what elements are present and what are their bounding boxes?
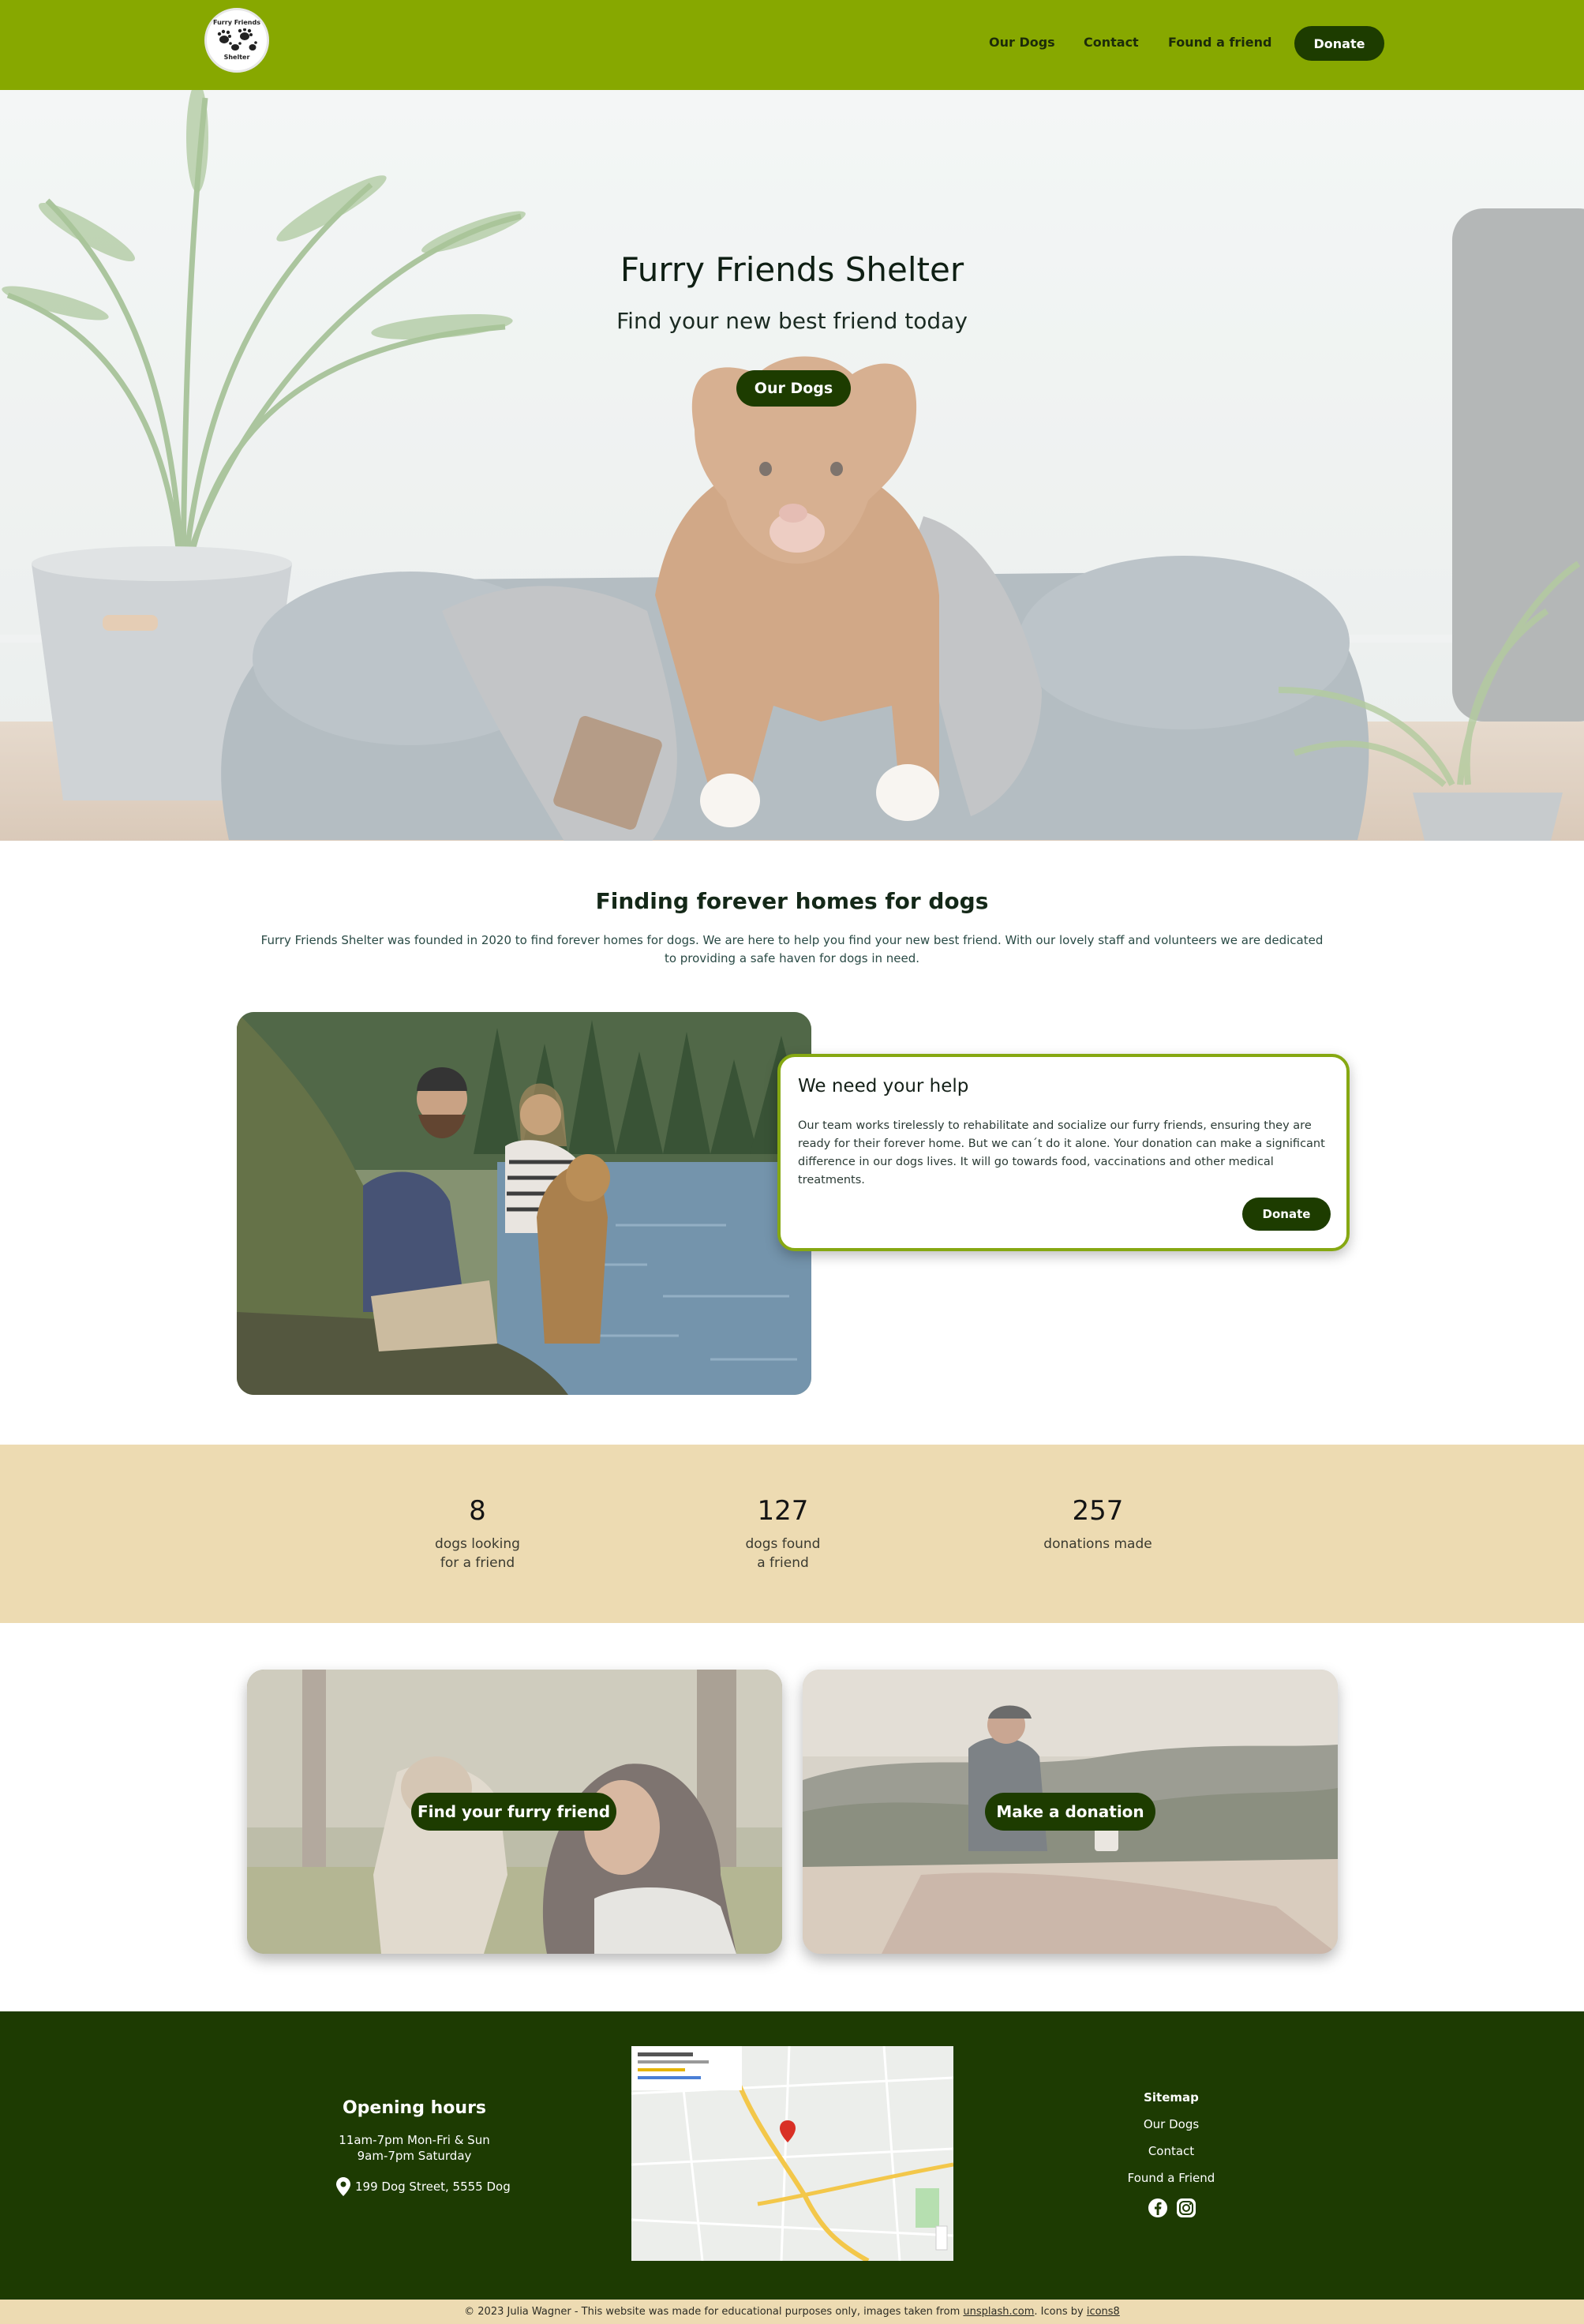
nav-link-our-dogs[interactable]: Our Dogs bbox=[989, 35, 1055, 50]
hero-section: Furry Friends Shelter Find your new best… bbox=[0, 90, 1584, 841]
hero-dog-photo bbox=[0, 90, 1584, 841]
find-friend-card[interactable]: Find your furry friend bbox=[247, 1670, 782, 1954]
hero-our-dogs-button[interactable]: Our Dogs bbox=[736, 370, 851, 407]
location-map[interactable] bbox=[631, 2046, 953, 2261]
icons8-link[interactable]: icons8 bbox=[1087, 2306, 1120, 2318]
logo-line-2: Shelter bbox=[223, 54, 250, 61]
help-title: We need your help bbox=[798, 1076, 969, 1096]
help-donate-button[interactable]: Donate bbox=[1242, 1198, 1331, 1231]
copyright-bar: © 2023 Julia Wagner - This website was m… bbox=[0, 2300, 1584, 2324]
opening-hours-line1: 11am-7pm Mon-Fri & Sun bbox=[339, 2133, 490, 2147]
address-text: 199 Dog Street, 5555 Dog bbox=[355, 2180, 511, 2194]
opening-hours-line2: 9am-7pm Saturday bbox=[357, 2149, 472, 2163]
nav-donate-button[interactable]: Donate bbox=[1294, 26, 1384, 61]
address: 199 Dog Street, 5555 Dog bbox=[336, 2177, 511, 2196]
sitemap-title: Sitemap bbox=[1144, 2090, 1199, 2105]
intro-text: Furry Friends Shelter was founded in 202… bbox=[260, 933, 1324, 965]
stat-dogs-looking: 8 dogs looking for a friend bbox=[399, 1495, 556, 1572]
stats-section: 8 dogs looking for a friend 127 dogs fou… bbox=[0, 1445, 1584, 1623]
opening-hours-title: Opening hours bbox=[342, 2098, 487, 2118]
stat-label-line2: for a friend bbox=[440, 1555, 515, 1571]
top-navbar: Furry Friends Shelter Our Dogs Contact F… bbox=[0, 0, 1584, 90]
make-donation-button[interactable]: Make a donation bbox=[985, 1793, 1155, 1831]
nav-link-found-a-friend[interactable]: Found a friend bbox=[1168, 35, 1271, 50]
intro-title: Finding forever homes for dogs bbox=[595, 888, 989, 914]
shelter-logo[interactable]: Furry Friends Shelter bbox=[204, 8, 269, 73]
location-pin-icon bbox=[336, 2177, 350, 2196]
stat-label-line2: a friend bbox=[757, 1555, 809, 1571]
unsplash-link[interactable]: unsplash.com bbox=[963, 2306, 1034, 2318]
help-text: Our team works tirelessly to rehabilitat… bbox=[798, 1119, 1325, 1186]
stat-donations: 257 donations made bbox=[1011, 1495, 1185, 1554]
nav-link-contact[interactable]: Contact bbox=[1084, 35, 1139, 50]
logo-line-1: Furry Friends bbox=[213, 19, 260, 26]
facebook-icon[interactable] bbox=[1148, 2198, 1168, 2218]
footer: Opening hours 11am-7pm Mon-Fri & Sun 9am… bbox=[0, 2011, 1584, 2300]
stat-number: 257 bbox=[1072, 1495, 1124, 1527]
make-donation-card[interactable]: Make a donation bbox=[803, 1670, 1338, 1954]
icons-credit-text: . Icons by bbox=[1034, 2306, 1084, 2318]
hero-title: Furry Friends Shelter bbox=[620, 250, 964, 289]
find-furry-friend-button[interactable]: Find your furry friend bbox=[411, 1793, 616, 1831]
stat-label-line1: dogs found bbox=[745, 1536, 821, 1552]
stat-label-line1: donations made bbox=[1043, 1536, 1152, 1552]
hero-subtitle: Find your new best friend today bbox=[616, 308, 968, 334]
instagram-icon[interactable] bbox=[1176, 2198, 1196, 2218]
help-card: We need your help Our team works tireles… bbox=[777, 1054, 1350, 1251]
sitemap-link-contact[interactable]: Contact bbox=[1092, 2144, 1250, 2158]
paw-prints-icon bbox=[217, 28, 257, 51]
sitemap-link-our-dogs[interactable]: Our Dogs bbox=[1092, 2117, 1250, 2131]
stat-dogs-found: 127 dogs found a friend bbox=[704, 1495, 862, 1572]
sitemap-link-found-a-friend[interactable]: Found a Friend bbox=[1092, 2171, 1250, 2185]
stat-number: 127 bbox=[757, 1495, 809, 1527]
stat-number: 8 bbox=[469, 1495, 486, 1527]
people-with-dog-photo bbox=[237, 1012, 811, 1395]
stat-label-line1: dogs looking bbox=[435, 1536, 520, 1552]
social-links bbox=[1148, 2198, 1196, 2218]
copyright-text: © 2023 Julia Wagner - This website was m… bbox=[464, 2306, 961, 2318]
